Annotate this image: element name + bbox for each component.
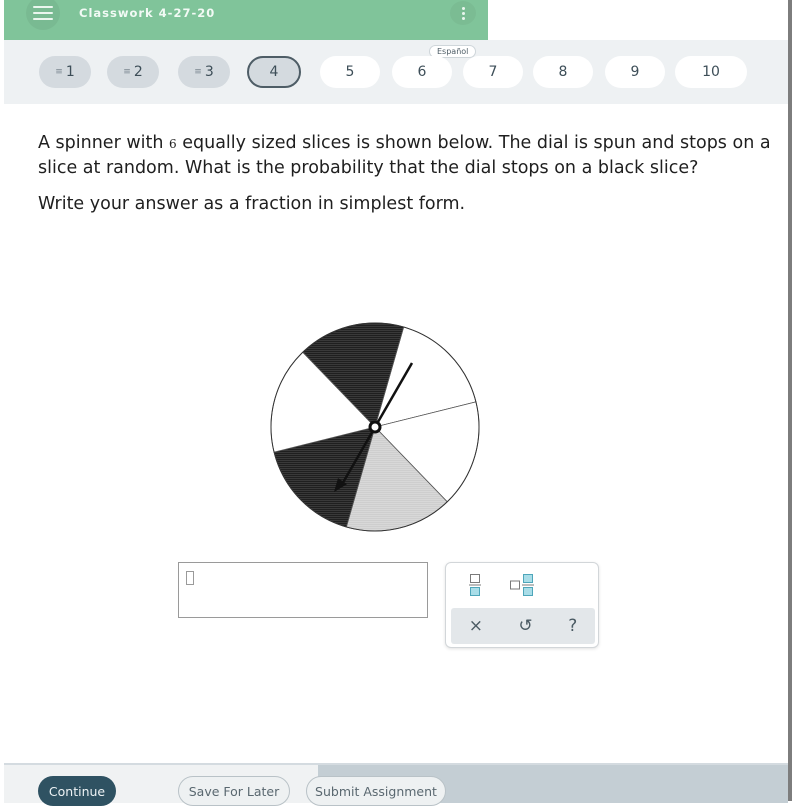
answered-icon: ≡ <box>123 67 130 77</box>
question-navigation: Español ≡ 1 ≡ 2 ≡ 3 4 5 6 7 8 9 10 <box>4 40 788 104</box>
question-tab-4[interactable]: 4 <box>247 56 301 88</box>
mixed-number-icon[interactable] <box>506 571 538 599</box>
answered-icon: ≡ <box>194 67 201 77</box>
answered-icon: ≡ <box>55 67 62 77</box>
slice-count: 6 <box>169 137 177 151</box>
answer-input[interactable] <box>178 562 428 618</box>
assignment-title: Classwork 4-27-20 <box>79 6 216 20</box>
spinner-hub <box>368 420 382 434</box>
question-tab-6[interactable]: 6 <box>392 56 452 88</box>
question-tab-9[interactable]: 9 <box>605 56 665 88</box>
continue-button[interactable]: Continue <box>38 776 116 806</box>
question-number: 4 <box>269 64 279 80</box>
question-tab-1[interactable]: ≡ 1 <box>39 56 91 88</box>
question-number: 2 <box>133 64 143 80</box>
question-number: 9 <box>630 64 640 80</box>
fraction-icon[interactable] <box>464 571 486 599</box>
footer-bar: Continue Save For Later Submit Assignmen… <box>4 763 788 806</box>
question-body: A spinner with 6 equally sized slices is… <box>38 131 778 228</box>
page-edge <box>792 0 800 801</box>
question-number: 7 <box>488 64 498 80</box>
question-instruction: Write your answer as a fraction in simpl… <box>38 194 466 214</box>
question-number: 3 <box>204 64 214 80</box>
hamburger-menu-icon[interactable] <box>26 0 60 30</box>
math-keypad: × ↺ ? <box>445 562 599 648</box>
more-options-icon[interactable] <box>450 1 476 25</box>
question-number: 10 <box>702 64 720 80</box>
input-cursor <box>186 571 194 585</box>
question-tab-5[interactable]: 5 <box>320 56 380 88</box>
question-tab-3[interactable]: ≡ 3 <box>178 56 230 88</box>
clear-icon[interactable]: × <box>469 616 483 636</box>
undo-icon[interactable]: ↺ <box>518 616 532 636</box>
help-icon[interactable]: ? <box>568 616 577 636</box>
app-header: Classwork 4-27-20 <box>4 0 488 40</box>
question-tab-7[interactable]: 7 <box>463 56 523 88</box>
submit-assignment-button[interactable]: Submit Assignment <box>306 776 446 806</box>
question-number: 6 <box>417 64 427 80</box>
spinner-figure <box>270 322 480 532</box>
question-tab-8[interactable]: 8 <box>533 56 593 88</box>
save-for-later-button[interactable]: Save For Later <box>178 776 290 806</box>
question-number: 5 <box>345 64 355 80</box>
question-number: 1 <box>65 64 75 80</box>
question-tab-10[interactable]: 10 <box>675 56 747 88</box>
question-number: 8 <box>558 64 568 80</box>
question-tab-2[interactable]: ≡ 2 <box>107 56 159 88</box>
question-text: A spinner with 6 equally sized slices is… <box>38 133 771 178</box>
